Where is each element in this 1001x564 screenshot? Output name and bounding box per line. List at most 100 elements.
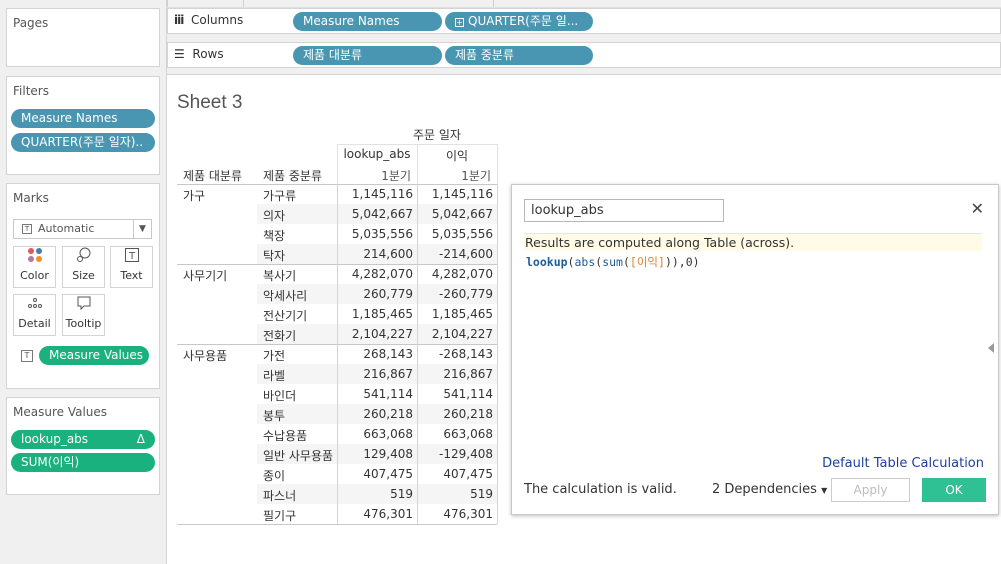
- subcategory-label: 전화기: [263, 329, 297, 343]
- columns-shelf-label: iii Columns: [174, 13, 243, 27]
- filters-card[interactable]: Filters Measure Names QUARTER(주문 일자)..: [6, 76, 160, 175]
- subcategory-label: 종이: [263, 469, 286, 483]
- header-divider: [497, 144, 498, 184]
- col-group-header: 주문 일자: [413, 128, 461, 142]
- ok-button[interactable]: OK: [922, 478, 986, 502]
- mv-pill-lookup-abs-label: lookup_abs: [21, 432, 89, 446]
- rows-shelf[interactable]: ☰ Rows 제품 대분류 제품 중분류: [167, 42, 1001, 68]
- detail-icon: [14, 295, 55, 317]
- profit-value: 260,218: [443, 407, 493, 421]
- measure-values-title: Measure Values: [13, 405, 108, 419]
- rows-pill-category[interactable]: 제품 대분류: [293, 46, 442, 65]
- filter-pill-measure-names[interactable]: Measure Names: [11, 109, 155, 128]
- filter-pill-quarter[interactable]: QUARTER(주문 일자)..: [11, 133, 155, 152]
- columns-pill-measure-names[interactable]: Measure Names: [293, 12, 442, 31]
- lookup-abs-value: 214,600: [363, 247, 413, 261]
- text-button[interactable]: T Text: [110, 246, 153, 288]
- lookup-abs-value: 663,068: [363, 427, 413, 441]
- columns-shelf[interactable]: iii Columns Measure Names + QUARTER(주문 일.…: [167, 8, 1001, 34]
- profit-value: -268,143: [439, 347, 493, 361]
- profit-value: 1,185,465: [431, 307, 493, 321]
- calc-status: The calculation is valid.: [524, 482, 677, 497]
- quarter-header: 1분기: [461, 169, 491, 183]
- color-button[interactable]: Color: [13, 246, 56, 288]
- expand-icon: +: [455, 18, 464, 27]
- subcategory-label: 가전: [263, 349, 286, 363]
- lookup-abs-value: 5,035,556: [351, 227, 413, 241]
- subcategory-label: 악세사리: [263, 289, 308, 303]
- text-label: Text: [120, 269, 143, 282]
- profit-value: 1,145,116: [431, 187, 493, 201]
- collapse-arrow-icon[interactable]: [988, 343, 994, 353]
- measure-header-lookup-abs: lookup_abs: [343, 147, 411, 161]
- close-icon[interactable]: ✕: [971, 201, 984, 217]
- subcategory-label: 일반 사무용품: [263, 449, 334, 463]
- lookup-abs-value: 260,779: [363, 287, 413, 301]
- columns-pill-quarter-label: QUARTER(주문 일...: [468, 14, 579, 28]
- formula-fn-lookup: lookup: [526, 255, 568, 269]
- lookup-abs-value: 1,145,116: [351, 187, 413, 201]
- profit-value: 663,068: [443, 427, 493, 441]
- lookup-abs-value: 260,218: [363, 407, 413, 421]
- apply-button[interactable]: Apply: [831, 478, 910, 502]
- subcategory-label: 탁자: [263, 249, 286, 263]
- formula-fn-sum: sum: [602, 255, 623, 269]
- text-mark-icon: T: [22, 224, 32, 234]
- profit-value: 5,035,556: [431, 227, 493, 241]
- column-divider: [497, 184, 498, 524]
- tooltip-button[interactable]: Tooltip: [62, 294, 105, 336]
- column-divider: [337, 184, 338, 524]
- default-table-calc-link[interactable]: Default Table Calculation: [822, 456, 984, 471]
- subcategory-label: 전산기기: [263, 309, 308, 323]
- subcategory-label: 봉투: [263, 409, 286, 423]
- lookup-abs-value: 541,114: [363, 387, 413, 401]
- profit-value: 2,104,227: [431, 327, 493, 341]
- dependencies-dropdown[interactable]: 2 Dependencies ▼: [712, 482, 827, 497]
- header-divider: [337, 144, 338, 184]
- size-label: Size: [72, 269, 95, 282]
- detail-button[interactable]: Detail: [13, 294, 56, 336]
- group-separator: [177, 524, 497, 525]
- mark-type-dropdown[interactable]: T Automatic ▼: [13, 219, 152, 239]
- chevron-down-icon: ▼: [133, 220, 151, 238]
- rows-pill-subcategory[interactable]: 제품 중분류: [445, 46, 593, 65]
- mv-pill-lookup-abs[interactable]: lookup_abs Δ: [11, 430, 155, 449]
- columns-icon: iii: [174, 13, 184, 27]
- color-label: Color: [20, 269, 49, 282]
- category-label: 가구: [183, 189, 206, 203]
- columns-pill-quarter[interactable]: + QUARTER(주문 일...: [445, 12, 593, 31]
- formula-field: [이익]: [629, 255, 665, 269]
- subcategory-label: 필기구: [263, 509, 297, 523]
- subcategory-label: 복사기: [263, 269, 297, 283]
- pages-title: Pages: [13, 16, 49, 30]
- category-label: 사무용품: [183, 349, 228, 363]
- subcategory-label: 바인더: [263, 389, 297, 403]
- sheet-title: Sheet 3: [177, 92, 243, 113]
- lookup-abs-value: 1,185,465: [351, 307, 413, 321]
- measure-header-profit: 이익: [445, 149, 469, 163]
- formula-paren: (: [622, 255, 630, 269]
- text-icon: T: [111, 247, 152, 269]
- mv-pill-sum-profit[interactable]: SUM(이익): [11, 453, 155, 472]
- row-header-subcategory: 제품 중분류: [263, 169, 323, 183]
- lookup-abs-value: 2,104,227: [351, 327, 413, 341]
- lookup-abs-value: 268,143: [363, 347, 413, 361]
- subcategory-label: 파스너: [263, 489, 297, 503]
- pages-card[interactable]: Pages: [6, 8, 160, 67]
- lookup-abs-value: 476,301: [363, 507, 413, 521]
- columns-label-text: Columns: [190, 13, 244, 27]
- lookup-abs-value: 216,867: [363, 367, 413, 381]
- mark-type-value: Automatic: [38, 222, 95, 235]
- text-encoding-icon: T: [21, 350, 33, 362]
- formula-fn-abs: abs: [574, 255, 596, 269]
- profit-value: 519: [470, 487, 493, 501]
- profit-value: 216,867: [443, 367, 493, 381]
- calculation-name-input[interactable]: lookup_abs: [524, 199, 724, 222]
- subcategory-label: 라벨: [263, 369, 286, 383]
- detail-label: Detail: [18, 317, 51, 330]
- formula-editor[interactable]: lookup(abs(sum([이익])),0): [526, 254, 700, 270]
- size-button[interactable]: Size: [62, 246, 105, 288]
- lookup-abs-value: 4,282,070: [351, 267, 413, 281]
- calculation-dialog: lookup_abs ✕ Results are computed along …: [511, 184, 999, 515]
- marks-pill-measure-values[interactable]: Measure Values: [39, 346, 149, 365]
